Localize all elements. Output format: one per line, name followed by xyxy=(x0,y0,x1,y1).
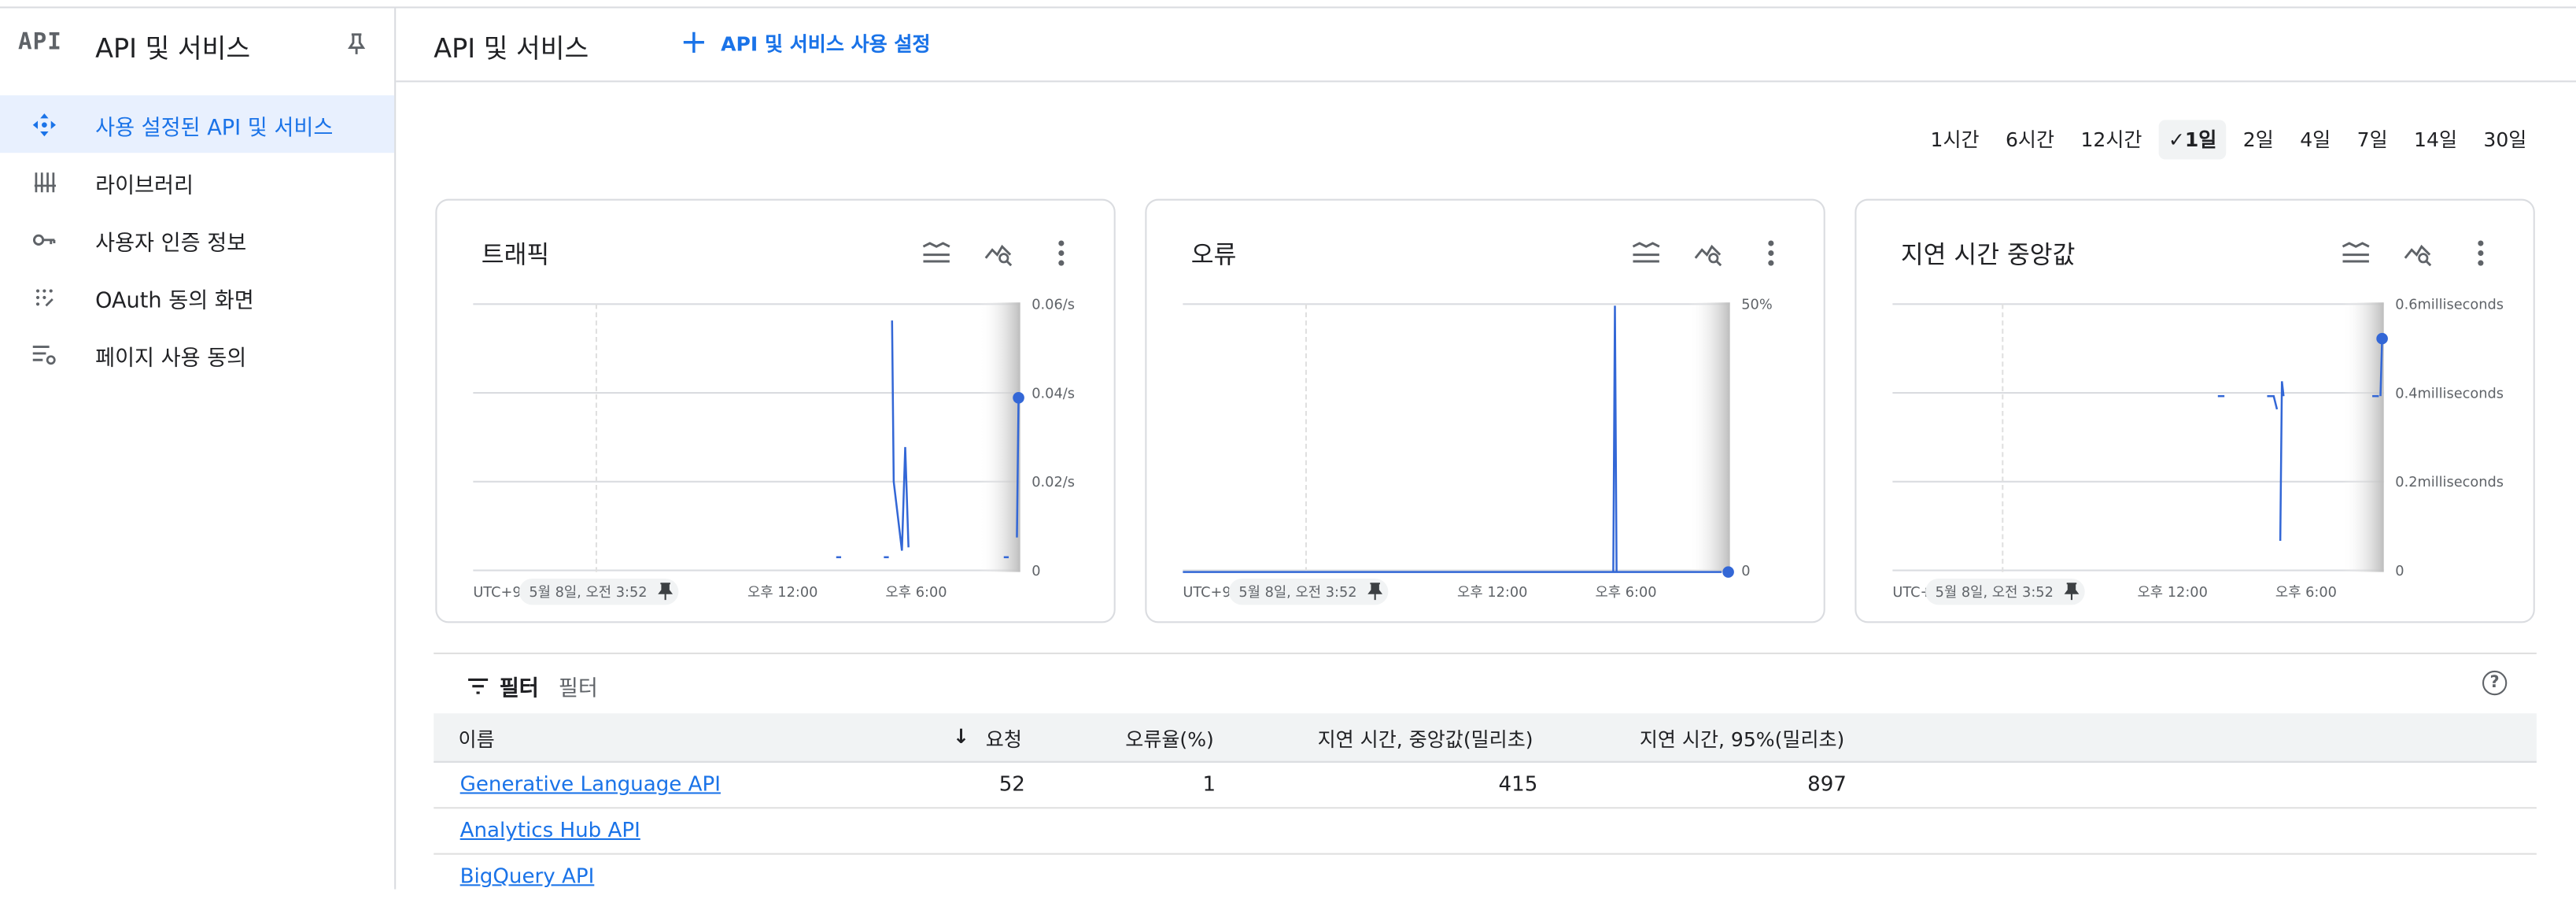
table-row: BigQuery API xyxy=(434,853,2537,899)
api-name-link[interactable]: Analytics Hub API xyxy=(460,817,640,842)
chart-card-latency: 0.6milliseconds 0.4milliseconds 0.2milli… xyxy=(1854,198,2535,623)
sidebar-item-label: 사용자 인증 정보 xyxy=(95,231,247,257)
chart-title: 트래픽 xyxy=(481,239,550,270)
error-rate-cell: 1 xyxy=(1202,771,1216,796)
help-icon[interactable]: ? xyxy=(2482,670,2508,696)
legend-icon[interactable] xyxy=(917,233,956,272)
page-title: API 및 서비스 xyxy=(434,32,589,65)
requests-cell: 52 xyxy=(998,771,1025,796)
column-header-name[interactable]: 이름 xyxy=(459,725,495,753)
y-tick: 0.4milliseconds xyxy=(2395,386,2504,401)
sidebar-item-label: 사용 설정된 API 및 서비스 xyxy=(95,117,334,142)
y-tick: 0.04/s xyxy=(1032,386,1075,401)
sidebar-item-oauth[interactable]: OAuth 동의 화면 xyxy=(0,268,394,325)
legend-icon[interactable] xyxy=(2336,233,2375,272)
sidebar-item-enabled-apis[interactable]: 사용 설정된 API 및 서비스 xyxy=(0,95,395,154)
table-row: Generative Language API 52 1 415 897 xyxy=(434,761,2537,809)
column-header-requests[interactable]: 요청 xyxy=(986,725,1022,753)
x-tick: 오후 12:00 xyxy=(1457,584,1527,601)
time-range-button[interactable]: 30일 xyxy=(2474,120,2537,159)
table-header: 이름 ↓ 요청 오류율(%) 지연 시간, 중앙값(밀리초) 지연 시간, 95… xyxy=(434,713,2537,763)
library-icon xyxy=(34,172,56,193)
filter-bar: 필터 필터 ? xyxy=(434,652,2537,713)
more-vert-icon[interactable] xyxy=(1751,233,1791,272)
api-name-link[interactable]: BigQuery API xyxy=(460,863,595,887)
sidebar-item-library[interactable]: 라이브러리 xyxy=(0,153,394,210)
x-tick: 오후 6:00 xyxy=(885,584,947,601)
time-range-button[interactable]: 14일 xyxy=(2404,120,2467,159)
time-range-selector: 1시간6시간12시간1일2일4일7일14일30일 xyxy=(1921,120,2537,160)
sidebar-item-page-consent[interactable]: 페이지 사용 동의 xyxy=(0,325,394,383)
explore-icon[interactable] xyxy=(979,233,1018,272)
x-tick: 오후 12:00 xyxy=(2137,584,2207,601)
sort-down-icon[interactable]: ↓ xyxy=(953,725,969,748)
more-vert-icon[interactable] xyxy=(2461,233,2500,272)
enable-apis-label: API 및 서비스 사용 설정 xyxy=(721,31,931,55)
plus-icon: + xyxy=(680,21,708,61)
chart-title: 지연 시간 중앙값 xyxy=(1900,239,2076,270)
x-tick: 오후 6:00 xyxy=(1595,584,1656,601)
timezone-label: UTC+9 xyxy=(473,585,521,601)
x-tick: 오후 6:00 xyxy=(2275,584,2337,601)
time-range-button[interactable]: 1일 xyxy=(2158,120,2227,160)
sidebar-title: API 및 서비스 xyxy=(95,32,251,65)
sidebar-item-label: 라이브러리 xyxy=(95,174,194,199)
filter-button[interactable]: 필터 xyxy=(467,671,539,702)
sidebar-item-label: 페이지 사용 동의 xyxy=(95,346,247,372)
oauth-icon xyxy=(35,289,54,307)
table-row: Analytics Hub API xyxy=(434,807,2537,855)
y-tick: 0.6milliseconds xyxy=(2395,298,2504,313)
latency-median-cell: 415 xyxy=(1498,771,1538,796)
sidebar: API API 및 서비스 사용 설정된 API 및 서비스 라이브러리 사용자… xyxy=(0,8,397,890)
sidebar-item-label: OAuth 동의 화면 xyxy=(95,289,254,314)
api-logo: API xyxy=(17,29,62,56)
timezone-label: UTC+9 xyxy=(1183,585,1231,601)
explore-icon[interactable] xyxy=(2398,233,2438,272)
time-range-button[interactable]: 1시간 xyxy=(1921,120,1989,159)
filter-icon xyxy=(468,678,489,694)
timestamp-chip: 5월 8일, 오전 3:52 xyxy=(1238,584,1356,601)
x-tick: 오후 12:00 xyxy=(747,584,817,601)
sidebar-item-credentials[interactable]: 사용자 인증 정보 xyxy=(0,210,394,268)
chart-actions xyxy=(1626,233,1791,272)
y-tick: 0 xyxy=(1032,564,1040,579)
time-range-button[interactable]: 12시간 xyxy=(2071,120,2152,159)
chart-actions xyxy=(2336,233,2500,272)
chart-title: 오류 xyxy=(1190,239,1237,270)
timestamp-chip: 5월 8일, 오전 3:52 xyxy=(529,584,647,601)
y-tick: 0 xyxy=(1741,564,1750,579)
column-header-latency-median[interactable]: 지연 시간, 중앙값(밀리초) xyxy=(1318,725,1533,753)
chart-card-traffic: 0.06/s 0.04/s 0.02/s 0 UTC+9 5월 8일, 오전 3… xyxy=(435,198,1116,623)
chart-card-errors: 50% 0 UTC+9 5월 8일, 오전 3:52 오후 12:00 오후 6… xyxy=(1145,198,1825,623)
latency-95-cell: 897 xyxy=(1807,771,1847,796)
page-settings-icon xyxy=(32,346,56,365)
time-range-button[interactable]: 6시간 xyxy=(1995,120,2064,159)
time-range-button[interactable]: 4일 xyxy=(2290,120,2341,159)
services-icon xyxy=(32,113,56,137)
sidebar-header: API API 및 서비스 xyxy=(0,8,394,80)
header-divider xyxy=(396,80,2576,83)
filter-input[interactable]: 필터 xyxy=(559,671,598,701)
api-name-link[interactable]: Generative Language API xyxy=(460,771,721,795)
y-tick: 0.2milliseconds xyxy=(2395,475,2504,490)
timestamp-chip: 5월 8일, 오전 3:52 xyxy=(1936,584,2054,601)
column-header-error-rate[interactable]: 오류율(%) xyxy=(1125,725,1214,753)
filter-label: 필터 xyxy=(499,677,539,702)
time-range-button[interactable]: 2일 xyxy=(2233,120,2283,159)
key-icon xyxy=(32,234,56,246)
y-tick: 50% xyxy=(1741,298,1772,313)
y-tick: 0 xyxy=(2395,564,2404,579)
y-tick: 0.06/s xyxy=(1032,298,1075,313)
pin-icon[interactable] xyxy=(347,33,367,56)
more-vert-icon[interactable] xyxy=(1042,233,1081,272)
chart-actions xyxy=(917,233,1081,272)
y-tick: 0.02/s xyxy=(1032,475,1075,490)
legend-icon[interactable] xyxy=(1626,233,1666,272)
enable-apis-button[interactable]: + API 및 서비스 사용 설정 xyxy=(680,20,930,65)
time-range-button[interactable]: 7일 xyxy=(2347,120,2397,159)
column-header-latency-95[interactable]: 지연 시간, 95%(밀리초) xyxy=(1640,725,1845,753)
explore-icon[interactable] xyxy=(1688,233,1728,272)
